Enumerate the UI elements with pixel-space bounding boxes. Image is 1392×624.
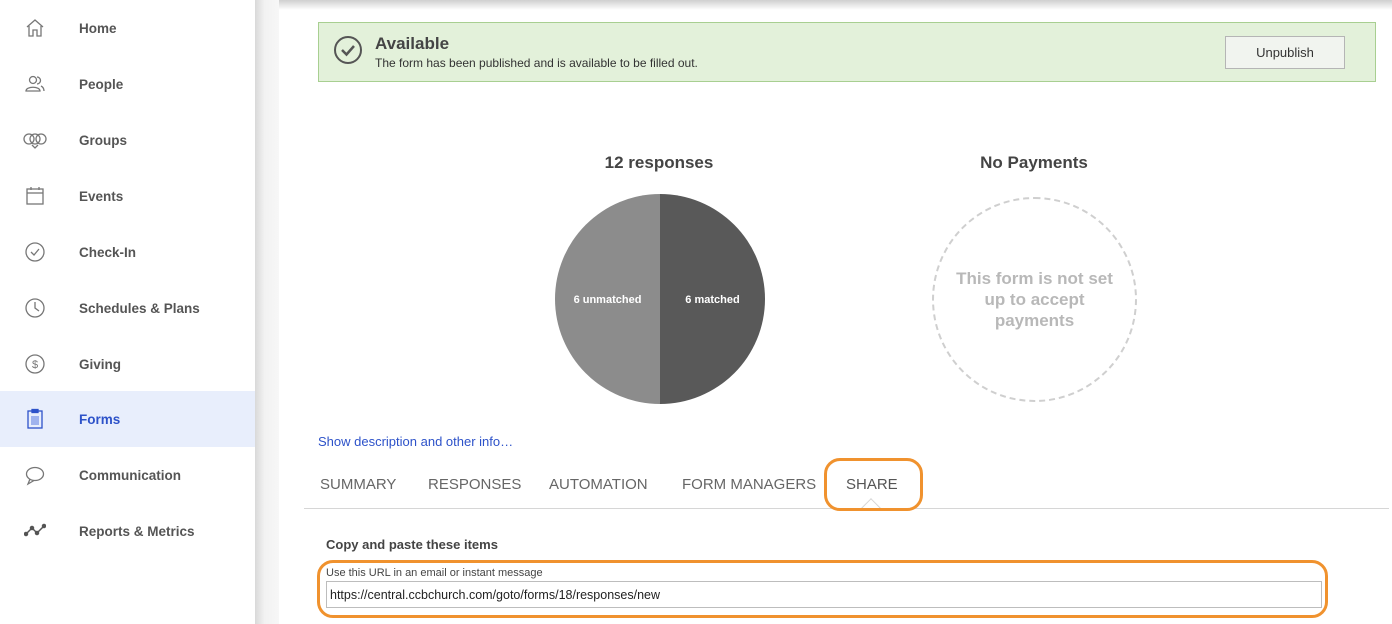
sidebar-item-label: Schedules & Plans bbox=[79, 300, 200, 316]
sidebar-item-label: Reports & Metrics bbox=[79, 523, 195, 539]
main-content: Available The form has been published an… bbox=[279, 0, 1392, 624]
sidebar-item-giving[interactable]: $ Giving bbox=[0, 336, 255, 392]
pie-slice-label-0: 6 unmatched bbox=[574, 294, 642, 306]
sidebar-item-communication[interactable]: Communication bbox=[0, 447, 255, 503]
sidebar: Home People Groups Events Check-In Sched… bbox=[0, 0, 255, 624]
clock-icon bbox=[22, 295, 48, 321]
people-icon bbox=[22, 71, 48, 97]
tab-form-managers[interactable]: FORM MANAGERS bbox=[682, 476, 816, 493]
home-icon bbox=[22, 15, 48, 41]
sidebar-item-label: Groups bbox=[79, 132, 128, 148]
svg-text:$: $ bbox=[32, 359, 38, 371]
show-description-link[interactable]: Show description and other info… bbox=[318, 434, 513, 449]
check-circle-icon bbox=[334, 36, 362, 64]
sidebar-item-label: Communication bbox=[79, 467, 182, 483]
tab-bar: SUMMARY RESPONSES AUTOMATION FORM MANAGE… bbox=[304, 458, 1389, 518]
sidebar-item-label: Forms bbox=[79, 411, 121, 427]
sidebar-item-reports-metrics[interactable]: Reports & Metrics bbox=[0, 503, 255, 559]
calendar-icon bbox=[22, 183, 48, 209]
sidebar-item-label: Home bbox=[79, 20, 117, 36]
status-title: Available bbox=[375, 34, 450, 53]
sidebar-item-label: People bbox=[79, 76, 124, 92]
sidebar-item-schedules-plans[interactable]: Schedules & Plans bbox=[0, 280, 255, 336]
sidebar-item-forms[interactable]: Forms bbox=[0, 391, 255, 447]
check-circle-icon bbox=[22, 239, 48, 265]
responses-title: 12 responses bbox=[604, 153, 714, 172]
tab-automation[interactable]: AUTOMATION bbox=[549, 476, 648, 493]
sidebar-divider bbox=[255, 0, 279, 624]
sidebar-item-label: Giving bbox=[79, 356, 122, 372]
sidebar-item-home[interactable]: Home bbox=[0, 0, 255, 56]
sidebar-item-check-in[interactable]: Check-In bbox=[0, 224, 255, 280]
sidebar-item-label: Events bbox=[79, 188, 124, 204]
sidebar-item-events[interactable]: Events bbox=[0, 168, 255, 224]
groups-icon bbox=[22, 127, 48, 153]
share-tab-highlight bbox=[824, 458, 923, 511]
dollar-icon: $ bbox=[22, 351, 48, 377]
app: Home People Groups Events Check-In Sched… bbox=[0, 0, 1392, 624]
sidebar-item-groups[interactable]: Groups bbox=[0, 112, 255, 168]
line-graph-icon bbox=[22, 518, 48, 544]
pie-slice-label-1: 6 matched bbox=[685, 294, 739, 306]
payments-title: No Payments bbox=[980, 153, 1088, 172]
tab-summary[interactable]: SUMMARY bbox=[320, 476, 396, 493]
no-payments-placeholder: This form is not set up to accept paymen… bbox=[932, 197, 1137, 402]
no-payments-message: This form is not set up to accept paymen… bbox=[956, 269, 1113, 330]
unpublish-button[interactable]: Unpublish bbox=[1225, 36, 1345, 69]
share-section-title: Copy and paste these items bbox=[326, 537, 498, 552]
clipboard-icon bbox=[22, 406, 48, 432]
status-description: The form has been published and is avail… bbox=[375, 56, 698, 70]
sidebar-item-people[interactable]: People bbox=[0, 56, 255, 112]
chat-icon bbox=[22, 462, 48, 488]
responses-pie-chart: 6 unmatched 6 matched bbox=[555, 194, 765, 404]
tab-responses[interactable]: RESPONSES bbox=[428, 476, 521, 493]
sidebar-item-label: Check-In bbox=[79, 244, 137, 260]
top-shadow bbox=[279, 0, 1392, 10]
status-alert: Available The form has been published an… bbox=[318, 22, 1376, 82]
share-url-highlight bbox=[317, 560, 1328, 618]
